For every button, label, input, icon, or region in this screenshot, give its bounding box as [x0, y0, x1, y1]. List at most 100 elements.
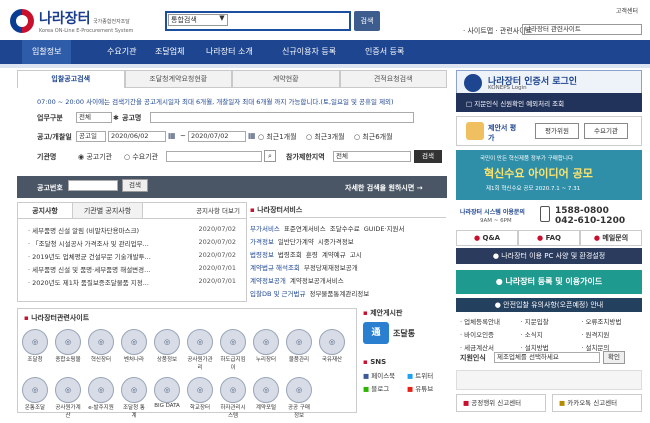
site-icon: ◎ — [22, 329, 48, 355]
tab-quote-request[interactable]: 견적요청검색 — [339, 70, 447, 88]
sns-title: ▪ SNS — [363, 358, 387, 366]
banner-main: 혁신수요 아이디어 공모 — [484, 167, 593, 180]
site-icon: ◎ — [187, 329, 213, 355]
nav-item-new-user[interactable]: 신규이용자 등록 — [282, 46, 336, 57]
related-site-link[interactable]: ◎ BIG DATA — [154, 377, 180, 419]
list-item[interactable]: · 세부품명 신설 알림 (비말차단용마스크) 2020/07/02 — [28, 225, 236, 238]
related-site-link[interactable]: ◎ 공사원가계산 — [55, 377, 81, 419]
nav-item-cert[interactable]: 인증서 등록 — [365, 46, 404, 57]
service-row: 부가서비스 표준연계서비스 조달수수료 GUIDE·지원서 — [250, 225, 405, 233]
quick-link[interactable]: · 소식지 — [521, 329, 582, 339]
demand-org-button[interactable]: 수요기관 — [584, 123, 628, 139]
youtube-link[interactable]: ■ 유튜브 — [407, 383, 451, 393]
safe-bid-notice[interactable]: ● 안전입찰 유의사항(오픈예정) 안내 — [456, 298, 642, 312]
quick-link[interactable]: · 설치방법 — [521, 342, 582, 352]
radio-3-month[interactable]: ○ 최근3개월 — [306, 132, 345, 142]
quick-link[interactable]: · 세금계산서 — [460, 342, 521, 352]
twitter-link[interactable]: ■ 트위터 — [407, 370, 451, 380]
tab-contract-request[interactable]: 조달청계약요청현황 — [124, 70, 232, 88]
mail-button[interactable]: ● 메일문의 — [580, 230, 642, 246]
logo-emblem-icon — [10, 9, 34, 33]
nav-item-bid-info[interactable]: 입찰정보 — [22, 40, 72, 64]
tab-contract-status[interactable]: 계약현황 — [232, 70, 340, 88]
radio-1-month[interactable]: ○ 최근1개월 — [258, 132, 297, 142]
related-site-link[interactable]: ◎ 하도급지킴이 — [220, 329, 246, 371]
date-from-input[interactable]: 2020/06/02 — [108, 131, 166, 142]
logo-subtitle-en: Korea ON-Line E-Procurement System — [39, 28, 134, 34]
blog-link[interactable]: ■ 블로그 — [363, 383, 407, 393]
calendar-icon[interactable]: ▦ — [168, 131, 176, 140]
notices-more-link[interactable]: 공지사항 더보기 — [143, 203, 246, 218]
fingerprint-check[interactable]: □ 지문인식 신원확인 예외처리 조회 — [466, 98, 564, 108]
customer-center-link[interactable]: 고객센터 — [616, 6, 638, 15]
nav-item-demand-org[interactable]: 수요기관 — [107, 46, 136, 57]
radio-6-month[interactable]: ○ 최근6개월 — [354, 132, 393, 142]
related-site-link[interactable]: ◎ 공사원가관리 — [187, 329, 213, 371]
jiwon-confirm-button[interactable]: 확인 — [603, 351, 625, 364]
bidno-search-button[interactable]: 검색 — [122, 179, 148, 192]
date-to-input[interactable]: 2020/07/02 — [188, 131, 246, 142]
related-site-link[interactable]: ◎ 혁신장터 — [88, 329, 114, 371]
quick-link[interactable]: · 오류조치방법 — [581, 316, 642, 326]
related-site-link[interactable]: ◎ 조달청 — [22, 329, 48, 371]
participation-select[interactable]: 전체 — [333, 151, 411, 162]
quick-link[interactable]: · 지문입찰 — [521, 316, 582, 326]
tab-notices[interactable]: 공지사항 — [18, 203, 73, 218]
bidno-input[interactable] — [68, 180, 118, 191]
eval-committee-button[interactable]: 평가위원 — [535, 123, 579, 139]
radio-demand-org[interactable]: ○ 수요기관 — [124, 152, 158, 162]
search-submit-button[interactable]: 검색 — [414, 150, 442, 163]
related-site-link[interactable]: ◎ 누리장터 — [253, 329, 279, 371]
quick-link[interactable]: · 업체등록안내 — [460, 316, 521, 326]
faq-button[interactable]: ● FAQ — [518, 230, 580, 246]
nav-item-supplier[interactable]: 조달업체 — [155, 46, 184, 57]
calendar-icon[interactable]: ▦ — [248, 131, 256, 140]
kakao-report-button[interactable]: ■ 카카오톡 신고센터 — [552, 394, 642, 412]
contact-hours: 나라장터 시스템 이용문의 — [460, 209, 525, 216]
related-site-link[interactable]: ◎ 물품관리 — [286, 329, 312, 371]
related-site-link[interactable]: ◎ 상품정보 — [154, 329, 180, 371]
logo[interactable]: 나라장터 국가종합전자조달 Korea ON-Line E-Procuremen… — [10, 8, 160, 34]
service-row: 입찰DB 및 근거법규 정부물품통계관리정보 — [250, 290, 370, 298]
promo-strip — [456, 370, 642, 390]
related-site-link[interactable]: ◎ 학교장터 — [187, 377, 213, 419]
related-site-link[interactable]: ◎ 하자관리시스템 — [220, 377, 246, 419]
services-panel: ▪ 나라장터서비스 부가서비스 표준연계서비스 조달수수료 GUIDE·지원서 가격정… — [250, 202, 446, 302]
title-input[interactable] — [150, 112, 414, 123]
fair-report-button[interactable]: ■ 공정행위 신고센터 — [456, 394, 546, 412]
chevron-down-icon[interactable]: ▼ — [217, 14, 227, 26]
qa-button[interactable]: ● Q&A — [456, 230, 518, 246]
guide-button[interactable]: ● 나라장터 등록 및 이용가이드 — [456, 270, 642, 294]
radio-announce-org[interactable]: ◉ 공고기관 — [78, 152, 112, 162]
related-site-link[interactable]: ◎ e-발주지원 — [88, 377, 114, 419]
pc-env-button[interactable]: ● 나라장터 이용 PC 사양 및 환경설정 — [456, 248, 642, 264]
related-site-link[interactable]: ◎ 조달청 통계 — [121, 377, 147, 419]
date-type-select[interactable]: 공고일 — [76, 131, 106, 142]
related-site-link[interactable]: ◎ 벤처나라 — [121, 329, 147, 371]
global-search-button[interactable]: 검색 — [354, 11, 380, 31]
related-site-link[interactable]: ◎ 종합쇼핑몰 — [55, 329, 81, 371]
search-icon[interactable]: ⌕ — [264, 150, 276, 162]
jiwon-select[interactable]: 제조업체를 선택하세요 — [494, 352, 600, 363]
related-site-link[interactable]: ◎ 국유재산 — [319, 329, 345, 371]
list-item[interactable]: · 「조달청 시설공사 가격조사 및 관리업무... 2020/07/02 — [28, 238, 236, 251]
related-site-select[interactable]: 나라장터 관련사이트 — [522, 24, 642, 35]
list-item[interactable]: · 2019년도 업체평균 건설부문 기술개발투... 2020/07/02 — [28, 251, 236, 264]
quick-link[interactable]: · 원격지원 — [581, 329, 642, 339]
arrow-icon: ● — [494, 301, 501, 309]
suggestion-panel[interactable]: ▪ 제안게시판 通 조달통 — [363, 308, 451, 352]
list-item[interactable]: · 세부품명 신설 및 품명·세부품명 해설변경... 2020/07/01 — [28, 264, 236, 277]
search-tabs: 입찰공고검색 조달청계약요청현황 계약현황 견적요청검색 — [17, 70, 447, 88]
list-item[interactable]: · 2020년도 제1차 품질보증조달물품 지정... 2020/07/01 — [28, 277, 236, 290]
quick-link[interactable]: · 바이오인증 — [460, 329, 521, 339]
related-site-link[interactable]: ◎ 공공 구매정보 — [286, 377, 312, 419]
org-input[interactable] — [166, 151, 262, 162]
related-site-link[interactable]: ◎ 계약포털 — [253, 377, 279, 419]
related-site-link[interactable]: ◎ 온통조달 — [22, 377, 48, 419]
detail-search-link[interactable]: 자세한 검색을 원하시면 → — [345, 183, 423, 193]
tab-bid-search[interactable]: 입찰공고검색 — [17, 70, 125, 88]
nav-item-about[interactable]: 나라장터 소개 — [206, 46, 253, 57]
tab-org-notices[interactable]: 기관별 공지사항 — [73, 203, 143, 218]
facebook-link[interactable]: ■ 페이스북 — [363, 370, 407, 380]
business-select[interactable]: 전체 — [76, 112, 112, 123]
